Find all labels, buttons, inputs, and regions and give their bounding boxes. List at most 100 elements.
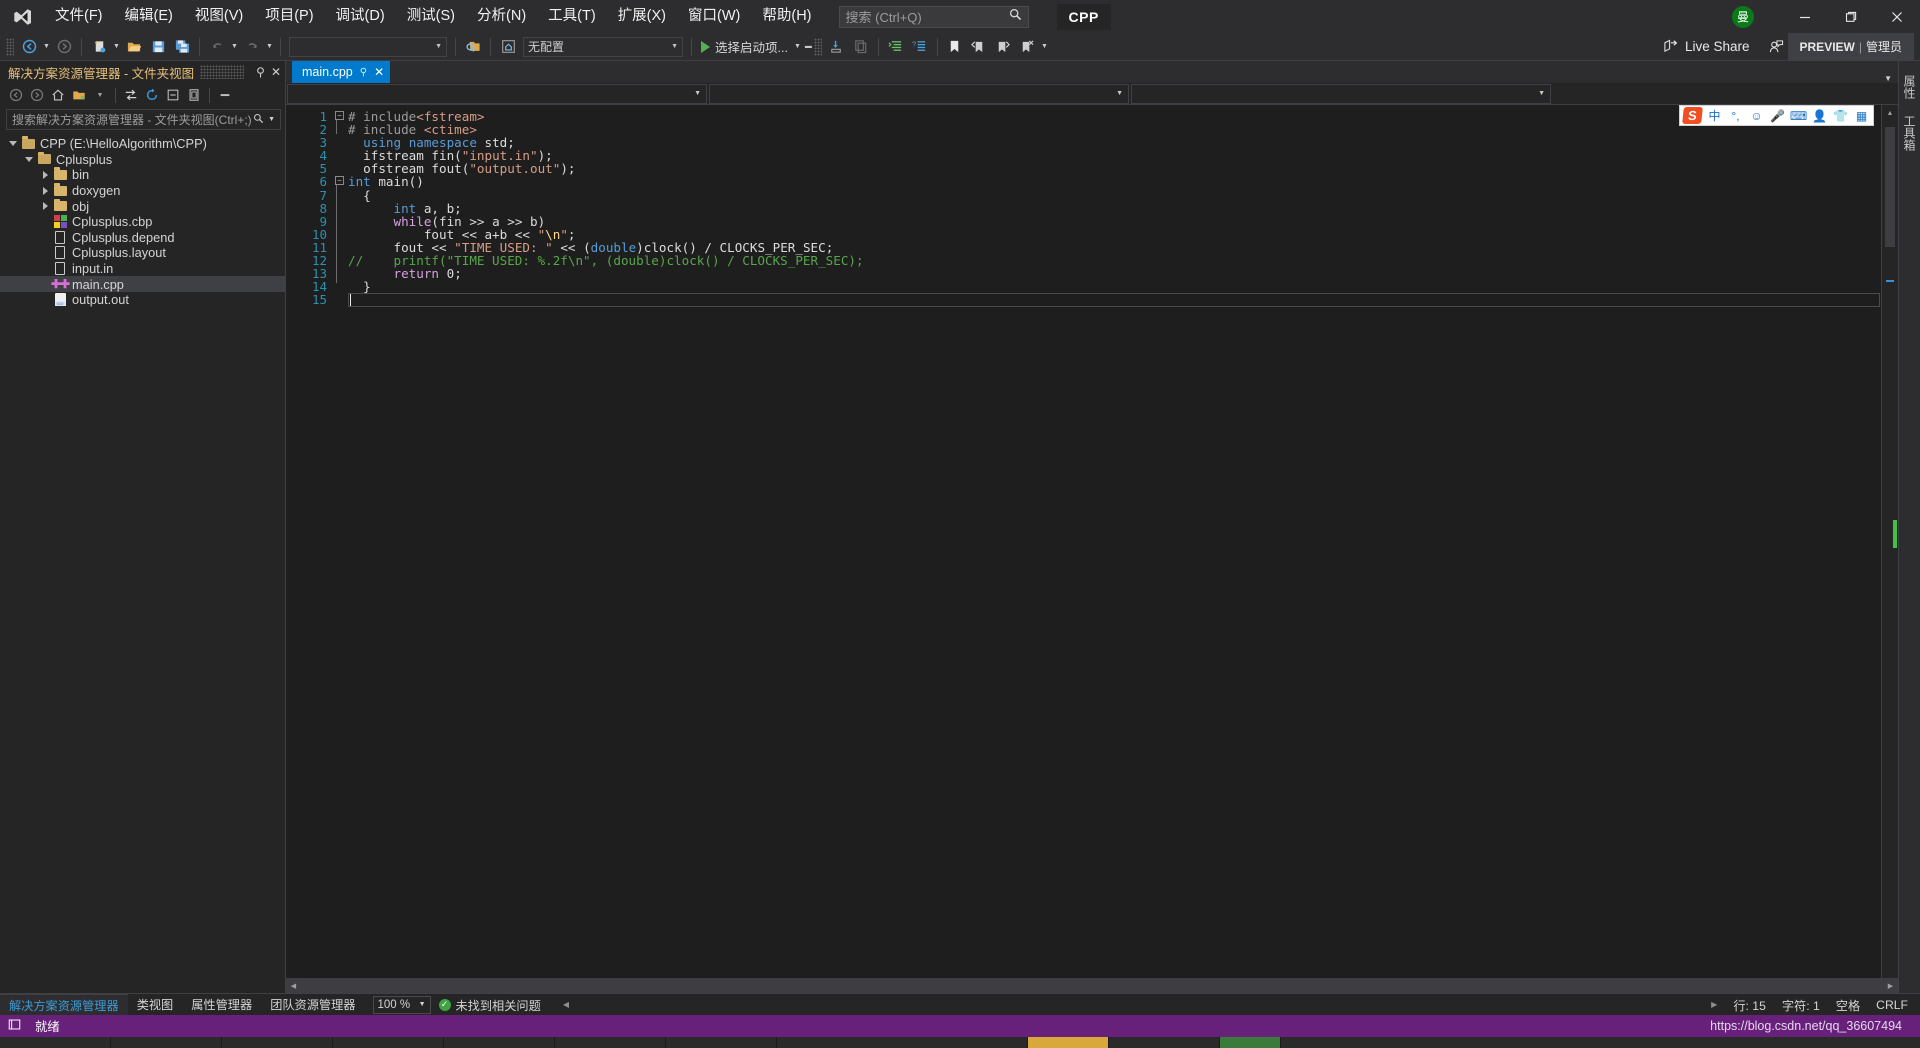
bottom-tab-class-view[interactable]: 类视图 [128, 994, 183, 1016]
horizontal-scrollbar[interactable]: ◀ ▶ [286, 978, 1898, 993]
save-icon[interactable] [147, 36, 169, 58]
scrollbar-thumb[interactable] [1885, 127, 1895, 247]
close-icon[interactable]: ✕ [374, 65, 384, 79]
twisty-collapsed-icon[interactable] [38, 186, 52, 195]
nav-project-combo[interactable]: ▼ [287, 83, 707, 104]
vertical-scrollbar[interactable]: ▲ [1881, 105, 1898, 978]
chevron-down-icon[interactable]: ▼ [268, 116, 275, 123]
rail-tab-properties[interactable]: 属性 [1898, 67, 1920, 107]
pin-icon[interactable]: ⚲ [360, 67, 367, 78]
taskbar-item[interactable] [222, 1037, 332, 1048]
tree-item-doxygen[interactable]: doxygen [0, 183, 285, 199]
panel-drag-handle[interactable] [200, 65, 245, 79]
undo-icon[interactable] [206, 36, 228, 58]
scroll-left-icon[interactable]: ◀ [286, 982, 301, 990]
editor-status-prev-icon[interactable]: ▶ [1711, 1000, 1717, 1009]
tree-item-cplusplus.layout[interactable]: Cplusplus.layout [0, 245, 285, 261]
taskbar-item[interactable] [0, 1037, 110, 1048]
tree-item-obj[interactable]: obj [0, 198, 285, 214]
platform-combo[interactable]: ▼ [289, 36, 447, 57]
bottom-tab-property-manager[interactable]: 属性管理器 [182, 994, 261, 1016]
taskbar-item[interactable] [777, 1037, 1027, 1048]
code-folding-column[interactable]: − − [332, 105, 348, 978]
live-share-button[interactable]: Live Share [1663, 39, 1750, 54]
menu-analyze[interactable]: 分析(N) [466, 0, 537, 33]
scroll-up-icon[interactable]: ▲ [1882, 105, 1898, 122]
send-feedback-icon[interactable] [1765, 36, 1787, 58]
show-all-files-icon[interactable] [184, 85, 204, 105]
ime-voice-input-icon[interactable]: 🎤 [1769, 109, 1786, 123]
code-editor[interactable]: 1 2 3 4 5 6 7 8 9 10 11 12 13 14 15 − − # include<fstr… [286, 105, 1898, 978]
taskbar-item-green[interactable] [1220, 1037, 1280, 1048]
taskbar-item[interactable] [111, 1037, 221, 1048]
taskbar-item[interactable] [1281, 1037, 1920, 1048]
step-into-icon[interactable] [826, 36, 848, 58]
code-line[interactable]: ofstream fout("output.out"); [348, 162, 1898, 175]
menu-test[interactable]: 测试(S) [396, 0, 466, 33]
nav-member-combo[interactable]: ▼ [1131, 83, 1551, 104]
code-line[interactable]: # include <ctime> [348, 123, 1898, 136]
close-panel-icon[interactable]: ✕ [271, 65, 281, 79]
tree-item-cplusplus.depend[interactable]: Cplusplus.depend [0, 230, 285, 246]
previous-bookmark-icon[interactable] [968, 36, 990, 58]
rail-tab-toolbox[interactable]: 工具箱 [1898, 107, 1920, 159]
properties-icon[interactable] [215, 85, 235, 105]
maximize-button[interactable] [1828, 0, 1874, 33]
code-line[interactable]: while(fin >> a >> b) [348, 215, 1898, 228]
scroll-right-icon[interactable]: ▶ [1883, 982, 1898, 990]
code-line[interactable]: int main() [348, 175, 1898, 188]
new-item-dropdown-icon[interactable]: ▼ [111, 36, 122, 58]
code-line[interactable]: // printf("TIME USED: %.2f\n", (double)c… [348, 254, 1898, 267]
toolbar-grip[interactable] [6, 37, 14, 56]
tab-strip-overflow[interactable]: ▼ [1884, 74, 1898, 83]
open-file-icon[interactable] [123, 36, 145, 58]
home-icon[interactable] [48, 85, 68, 105]
ime-chinese-mode-icon[interactable]: 中 [1706, 107, 1723, 124]
views-dropdown-icon[interactable]: ▼ [90, 85, 110, 105]
ime-status-badge[interactable]: 曼 [1732, 5, 1754, 28]
menu-view[interactable]: 视图(V) [184, 0, 254, 33]
code-line[interactable]: return 0; [348, 267, 1898, 280]
sogou-ime-toolbar[interactable]: S 中 °, ☺ 🎤 ⌨ 👤 👕 ▦ [1679, 105, 1874, 126]
tree-item-main.cpp[interactable]: ✚✚ main.cpp [0, 276, 285, 292]
close-button[interactable] [1874, 0, 1920, 33]
code-line[interactable]: using namespace std; [348, 136, 1898, 149]
uncomment-lines-icon[interactable]: ? [909, 36, 931, 58]
tree-item-input.in[interactable]: input.in [0, 261, 285, 277]
collapse-all-icon[interactable] [163, 85, 183, 105]
undo-dropdown-icon[interactable]: ▼ [229, 36, 240, 58]
code-line[interactable]: { [348, 189, 1898, 202]
home-view-icon[interactable] [497, 36, 519, 58]
ime-soft-keyboard-icon[interactable]: ⌨ [1790, 109, 1807, 123]
fold-box-main[interactable]: − [335, 176, 344, 185]
toolbar-grip-2[interactable] [813, 37, 822, 56]
ime-skin-icon[interactable]: 👕 [1832, 109, 1849, 123]
twisty-expanded-icon[interactable] [22, 156, 36, 162]
twisty-collapsed-icon[interactable] [38, 170, 52, 179]
redo-icon[interactable] [241, 36, 263, 58]
bottom-tab-team-explorer[interactable]: 团队资源管理器 [261, 994, 364, 1016]
new-item-icon[interactable] [88, 36, 110, 58]
code-line[interactable]: int a, b; [348, 202, 1898, 215]
sync-with-active-document-icon[interactable] [121, 85, 141, 105]
code-line[interactable]: # include<fstream> [348, 110, 1898, 123]
back-icon[interactable] [6, 85, 26, 105]
taskbar-item[interactable] [444, 1037, 554, 1048]
tree-item-cplusplus.cbp[interactable]: Cplusplus.cbp [0, 214, 285, 230]
find-in-files-icon[interactable] [462, 36, 484, 58]
redo-dropdown-icon[interactable]: ▼ [264, 36, 275, 58]
switch-views-icon[interactable] [69, 85, 89, 105]
navigate-backward-icon[interactable] [18, 36, 40, 58]
step-over-icon[interactable] [850, 36, 872, 58]
menu-project[interactable]: 项目(P) [254, 0, 324, 33]
pin-icon[interactable]: ⚲ [256, 65, 265, 79]
navigate-backward-dropdown-icon[interactable]: ▼ [41, 36, 52, 58]
twisty-expanded-icon[interactable] [6, 141, 20, 147]
taskbar-item-active[interactable] [1028, 1037, 1108, 1048]
menu-window[interactable]: 窗口(W) [677, 0, 751, 33]
menu-help[interactable]: 帮助(H) [751, 0, 822, 33]
solution-config-combo[interactable]: 无配置 ▼ [523, 36, 683, 57]
next-bookmark-icon[interactable] [992, 36, 1014, 58]
clear-bookmarks-icon[interactable] [1016, 36, 1038, 58]
fold-box-includes[interactable]: − [335, 111, 344, 120]
